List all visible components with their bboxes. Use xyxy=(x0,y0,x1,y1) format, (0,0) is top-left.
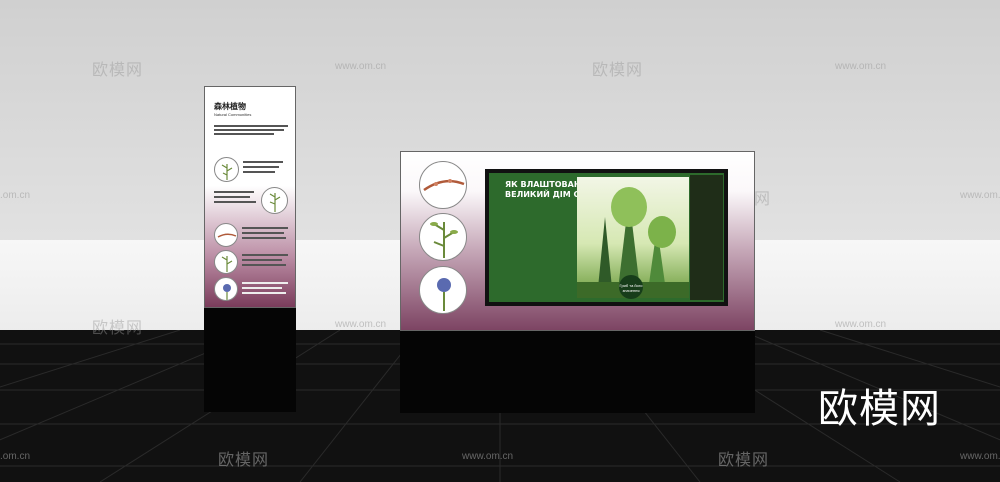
text-line xyxy=(243,166,279,168)
plant-illustration-icon xyxy=(214,157,239,182)
watermark-logo: 欧模网 xyxy=(718,450,770,469)
board-sign: ЯК ВЛАШТОВАНИЙ ВЕЛИКИЙ ДІМ СУСІДІВ Гриб … xyxy=(400,151,755,413)
text-line xyxy=(242,254,288,256)
text-line xyxy=(214,133,274,135)
totem-subtitle: Natural Communities xyxy=(214,112,252,117)
flower-illustration-icon xyxy=(419,161,467,209)
flower-illustration-icon xyxy=(214,223,238,247)
text-line xyxy=(242,237,286,239)
watermark-logo: 欧模网 xyxy=(592,60,644,79)
text-line xyxy=(242,282,288,284)
watermark-url: www.om.cn xyxy=(960,190,1000,201)
totem-title: 森林植物 xyxy=(214,102,246,111)
text-line xyxy=(242,292,286,294)
board-base xyxy=(400,331,755,413)
flower-illustration-icon xyxy=(214,277,238,301)
watermark-url: www.om.cn xyxy=(835,61,887,72)
text-line xyxy=(242,259,282,261)
text-line xyxy=(243,171,275,173)
flower-illustration-icon xyxy=(419,266,467,314)
totem-base xyxy=(204,308,296,412)
watermark-logo: 欧模网 xyxy=(92,60,144,79)
text-line xyxy=(242,227,288,229)
watermark-url: .om.cn xyxy=(0,190,31,201)
watermark-url: www.om.cn xyxy=(960,451,1000,462)
watermark-logo: 欧模网 xyxy=(218,450,270,469)
watermark-url: www.om.cn xyxy=(462,451,514,462)
watermark-url: www.om.cn xyxy=(335,319,387,330)
board-panel: ЯК ВЛАШТОВАНИЙ ВЕЛИКИЙ ДІМ СУСІДІВ Гриб … xyxy=(400,151,755,331)
watermark-url: .om.cn xyxy=(0,451,31,462)
watermark-logo: 欧模网 xyxy=(92,318,144,337)
info-badge: Гриб та його значення xyxy=(619,275,643,299)
forest-infographic: ЯК ВЛАШТОВАНИЙ ВЕЛИКИЙ ДІМ СУСІДІВ Гриб … xyxy=(489,173,724,302)
plant-illustration-icon xyxy=(214,250,238,274)
info-sidebar xyxy=(690,175,723,300)
totem-sign: 森林植物 Natural Communities xyxy=(204,86,296,412)
display-screen: ЯК ВЛАШТОВАНИЙ ВЕЛИКИЙ ДІМ СУСІДІВ Гриб … xyxy=(485,169,728,306)
watermark-url: www.om.cn xyxy=(335,61,387,72)
text-line xyxy=(214,201,256,203)
plant-illustration-icon xyxy=(261,187,288,214)
text-line xyxy=(242,264,286,266)
text-line xyxy=(214,191,254,193)
plant-illustration-icon xyxy=(419,213,467,261)
watermark-url: www.om.cn xyxy=(835,319,887,330)
text-line xyxy=(242,287,282,289)
text-line xyxy=(214,196,250,198)
totem-panel: 森林植物 Natural Communities xyxy=(204,86,296,308)
text-line xyxy=(243,161,283,163)
corner-logo: 欧模网 xyxy=(818,386,941,432)
text-line xyxy=(214,129,284,131)
text-line xyxy=(214,125,288,127)
text-line xyxy=(242,232,284,234)
